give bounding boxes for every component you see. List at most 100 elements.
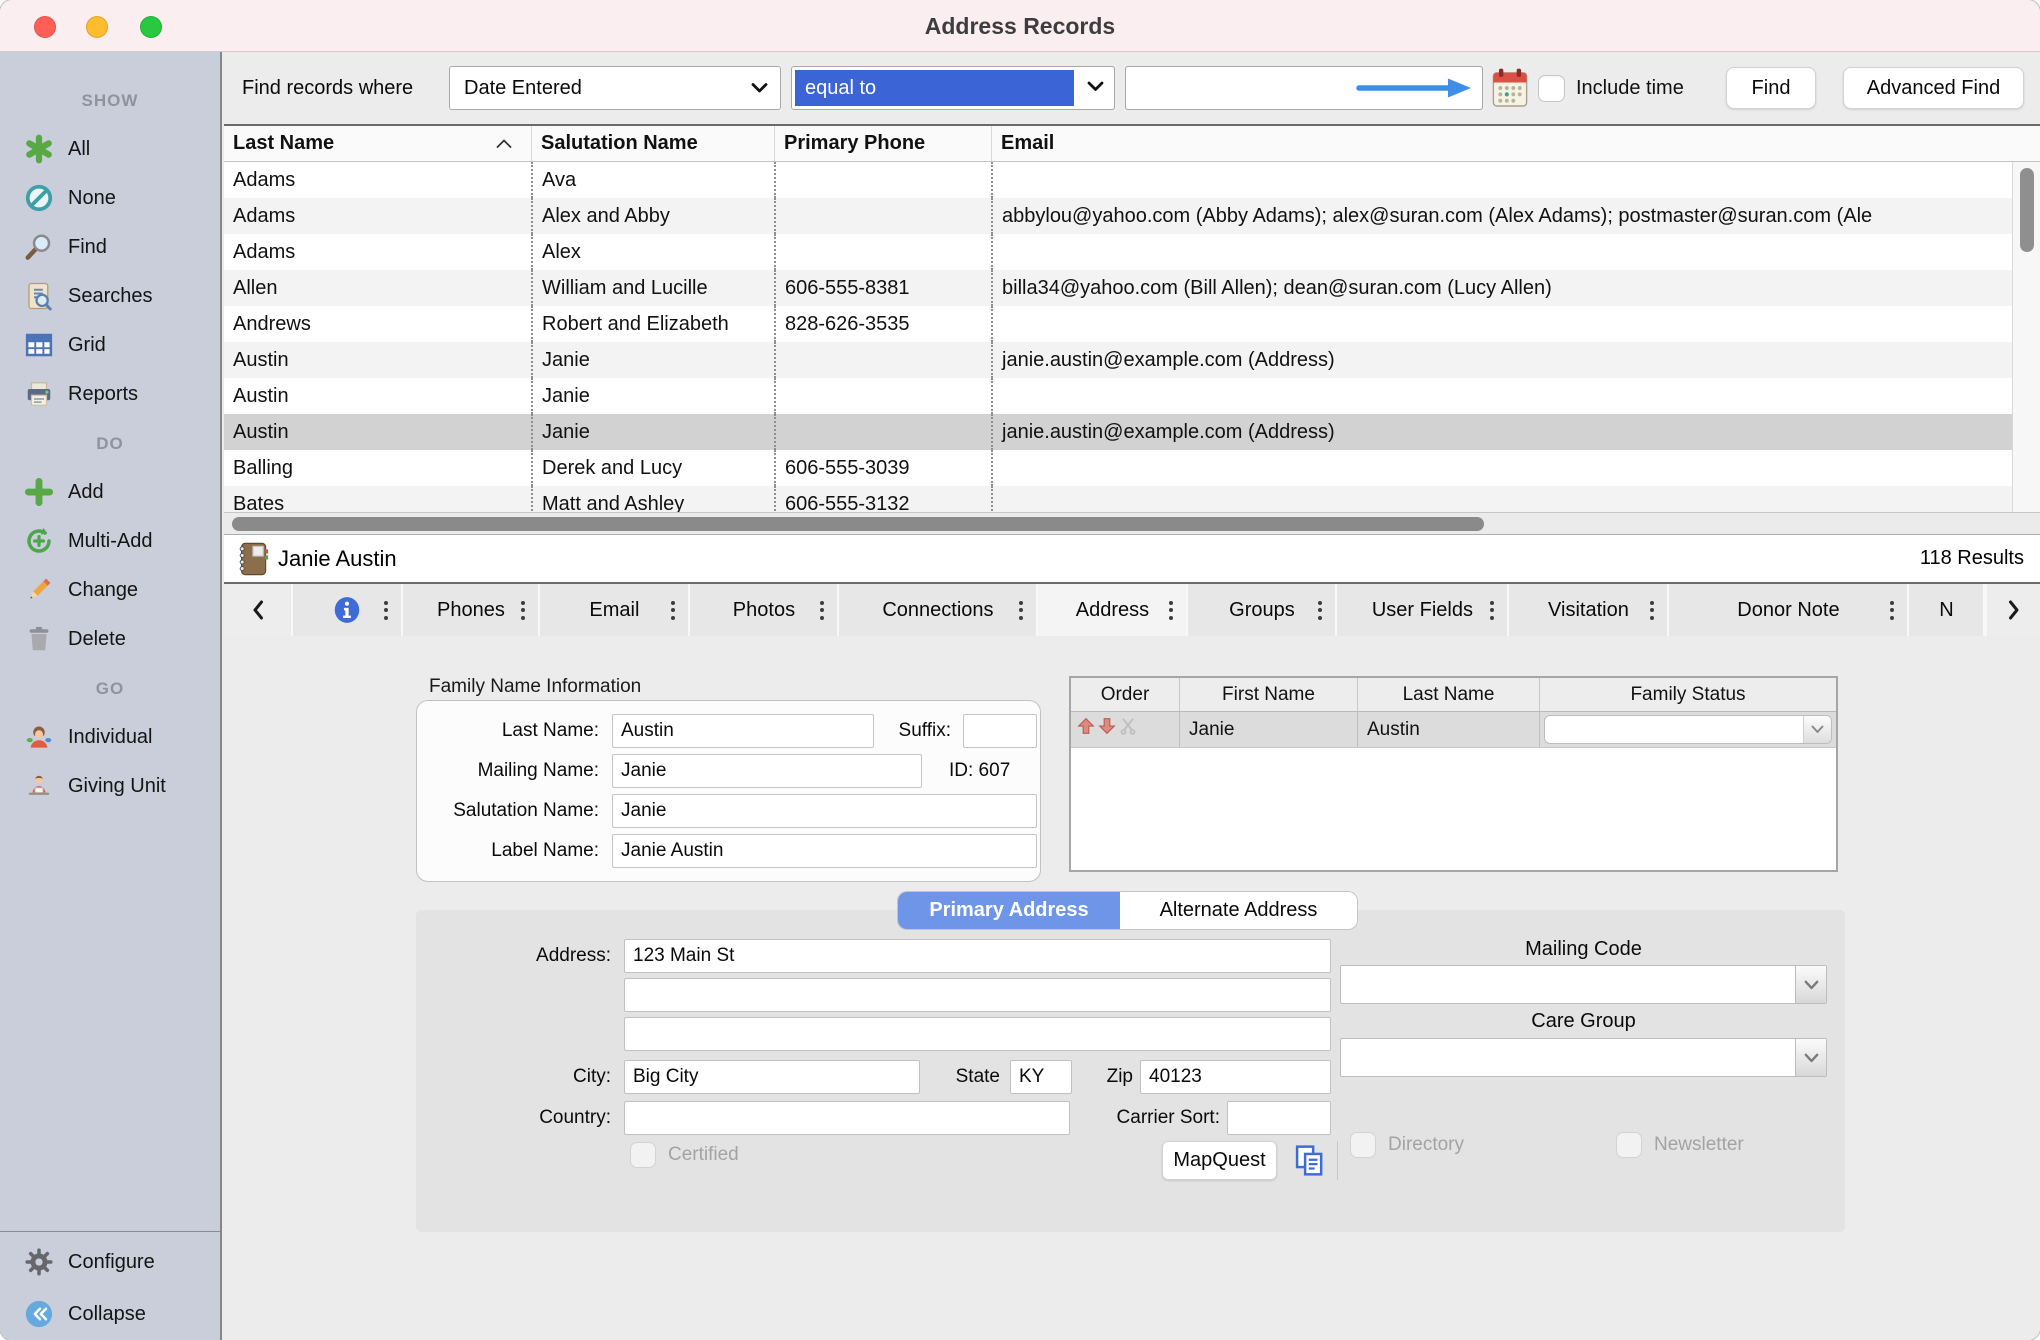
- tab-user-fields[interactable]: User Fields: [1337, 584, 1509, 636]
- horizontal-scrollbar-thumb[interactable]: [232, 517, 1484, 531]
- column-header-primary-phone[interactable]: Primary Phone: [774, 126, 991, 161]
- tab-n[interactable]: N: [1909, 584, 1985, 636]
- include-time-checkbox[interactable]: [1538, 75, 1565, 102]
- sidebar-item-label: Change: [68, 566, 138, 615]
- table-row[interactable]: AndrewsRobert and Elizabeth828-626-3535: [224, 306, 2040, 342]
- alternate-address-tab[interactable]: Alternate Address: [1120, 892, 1357, 929]
- mailing-name-input[interactable]: [612, 754, 922, 788]
- collapse-icon: [24, 1299, 54, 1329]
- tabs-scroll-left-button[interactable]: [224, 584, 293, 636]
- tab-menu-icon[interactable]: [1019, 597, 1023, 623]
- label-name-input[interactable]: [612, 834, 1037, 868]
- carrier-sort-input[interactable]: [1227, 1101, 1331, 1135]
- tab-photos[interactable]: Photos: [690, 584, 839, 636]
- advanced-find-button[interactable]: Advanced Find: [1843, 67, 2024, 109]
- tab-address[interactable]: Address: [1038, 584, 1188, 636]
- sidebar-item-reports[interactable]: Reports: [0, 370, 220, 419]
- tab-visitation[interactable]: Visitation: [1509, 584, 1669, 636]
- directory-checkbox[interactable]: [1350, 1132, 1376, 1158]
- calendar-icon[interactable]: [1492, 67, 1528, 109]
- column-header-last-name[interactable]: Last Name: [224, 126, 531, 161]
- tab-menu-icon[interactable]: [1169, 597, 1173, 623]
- sidebar-item-delete[interactable]: Delete: [0, 615, 220, 664]
- table-row[interactable]: AllenWilliam and Lucille606-555-8381bill…: [224, 270, 2040, 306]
- tab-menu-icon[interactable]: [1490, 597, 1494, 623]
- suffix-input[interactable]: [963, 714, 1037, 748]
- sidebar-item-find[interactable]: Find: [0, 223, 220, 272]
- table-row[interactable]: AdamsAlex and Abbyabbylou@yahoo.com (Abb…: [224, 198, 2040, 234]
- sidebar-item-searches[interactable]: Searches: [0, 272, 220, 321]
- column-header-email[interactable]: Email: [991, 126, 2040, 161]
- find-value-input[interactable]: [1126, 67, 1482, 109]
- table-row[interactable]: BatesMatt and Ashley606-555-3132: [224, 486, 2040, 512]
- table-row[interactable]: AustinJaniejanie.austin@example.com (Add…: [224, 342, 2040, 378]
- table-cell: [991, 306, 2040, 342]
- operator-select[interactable]: equal to: [791, 66, 1115, 110]
- sidebar-item-grid[interactable]: Grid: [0, 321, 220, 370]
- address-segmented-control: Primary Address Alternate Address: [898, 892, 1357, 929]
- tab-menu-icon[interactable]: [820, 597, 824, 623]
- move-down-icon[interactable]: [1098, 712, 1116, 747]
- table-row[interactable]: BallingDerek and Lucy606-555-3039: [224, 450, 2040, 486]
- primary-address-tab[interactable]: Primary Address: [898, 892, 1120, 929]
- tab-menu-icon[interactable]: [671, 597, 675, 623]
- table-cell: Bates: [224, 486, 531, 512]
- family-member-row[interactable]: Janie Austin: [1071, 712, 1836, 748]
- sidebar-item-label: Configure: [68, 1238, 155, 1287]
- care-group-select[interactable]: [1340, 1038, 1827, 1077]
- sidebar-item-none[interactable]: None: [0, 174, 220, 223]
- operator-select-value: equal to: [795, 70, 1074, 106]
- sidebar-item-all[interactable]: All: [0, 125, 220, 174]
- tab-email[interactable]: Email: [540, 584, 690, 636]
- newsletter-checkbox[interactable]: [1616, 1132, 1642, 1158]
- vertical-scrollbar-thumb[interactable]: [2020, 168, 2034, 252]
- move-up-icon[interactable]: [1077, 712, 1095, 747]
- field-select[interactable]: Date Entered: [449, 66, 781, 110]
- city-input[interactable]: [624, 1060, 920, 1094]
- chevron-down-icon: [1795, 966, 1826, 1003]
- tab-menu-icon[interactable]: [521, 597, 525, 623]
- sidebar-item-change[interactable]: Change: [0, 566, 220, 615]
- tab-phones[interactable]: Phones: [403, 584, 540, 636]
- sidebar-item-multi-add[interactable]: Multi-Add: [0, 517, 220, 566]
- address-line2-input[interactable]: [624, 978, 1331, 1012]
- zip-input[interactable]: [1140, 1060, 1331, 1094]
- last-name-input[interactable]: [612, 714, 874, 748]
- sidebar-item-collapse[interactable]: Collapse: [0, 1290, 220, 1339]
- vertical-scrollbar[interactable]: [2012, 162, 2040, 512]
- tab-label: Visitation: [1548, 599, 1629, 622]
- mapquest-button[interactable]: MapQuest: [1162, 1141, 1277, 1180]
- table-row[interactable]: AustinJanie: [224, 378, 2040, 414]
- tab-info[interactable]: [293, 584, 403, 636]
- salutation-name-input[interactable]: [612, 794, 1037, 828]
- certified-checkbox[interactable]: [630, 1142, 656, 1168]
- horizontal-scrollbar[interactable]: [224, 512, 2040, 535]
- find-button[interactable]: Find: [1726, 67, 1816, 109]
- mailing-code-select[interactable]: [1340, 965, 1827, 1004]
- tab-menu-icon[interactable]: [1890, 597, 1894, 623]
- sidebar-section-header: SHOW: [0, 76, 220, 125]
- scissors-icon[interactable]: [1119, 712, 1137, 747]
- table-row[interactable]: AdamsAlex: [224, 234, 2040, 270]
- address-line1-input[interactable]: [624, 939, 1331, 973]
- table-cell: Austin: [224, 342, 531, 378]
- table-row[interactable]: AustinJaniejanie.austin@example.com (Add…: [224, 414, 2040, 450]
- table-row[interactable]: AdamsAva: [224, 162, 2040, 198]
- copy-icon[interactable]: [1292, 1143, 1327, 1178]
- tab-connections[interactable]: Connections: [839, 584, 1038, 636]
- sidebar-item-individual[interactable]: Individual: [0, 713, 220, 762]
- sidebar-item-add[interactable]: Add: [0, 468, 220, 517]
- sidebar-item-giving-unit[interactable]: Giving Unit: [0, 762, 220, 811]
- tab-donor-note[interactable]: Donor Note: [1669, 584, 1909, 636]
- state-input[interactable]: [1010, 1060, 1072, 1094]
- tab-menu-icon[interactable]: [1650, 597, 1654, 623]
- column-header-salutation-name[interactable]: Salutation Name: [531, 126, 774, 161]
- tab-menu-icon[interactable]: [1318, 597, 1322, 623]
- family-status-select[interactable]: [1544, 715, 1832, 744]
- tab-menu-icon[interactable]: [384, 597, 388, 623]
- address-line3-input[interactable]: [624, 1017, 1331, 1051]
- sidebar-item-configure[interactable]: Configure: [0, 1238, 220, 1287]
- country-input[interactable]: [624, 1101, 1070, 1135]
- tab-groups[interactable]: Groups: [1188, 584, 1337, 636]
- tabs-scroll-right-button[interactable]: [1985, 584, 2040, 636]
